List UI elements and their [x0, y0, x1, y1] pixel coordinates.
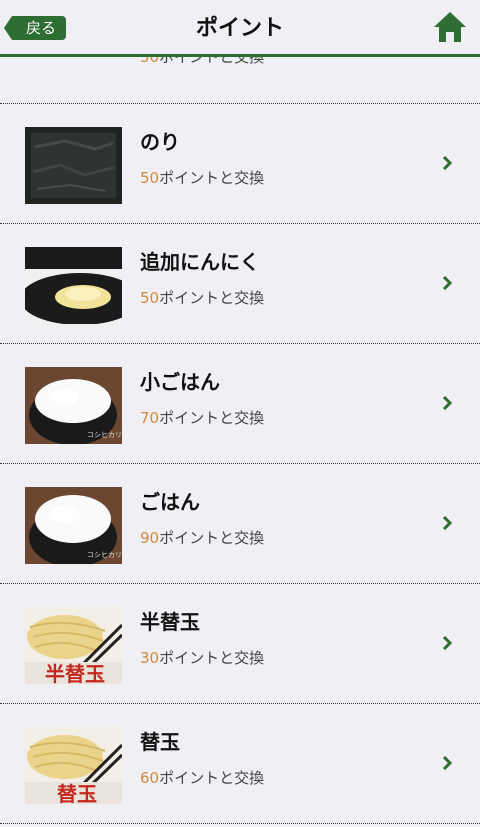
home-icon[interactable]	[432, 9, 468, 45]
thumb-caption: コシヒカリもちもち	[87, 551, 122, 559]
list-item-garlic[interactable]: 追加にんにく 50ポイントと交換	[0, 224, 480, 344]
nav-header: 戻る ポイント	[0, 0, 480, 57]
item-points: 50ポイントと交換	[140, 289, 265, 307]
item-thumbnail: 半替玉	[25, 607, 122, 684]
item-name: 半替玉	[140, 610, 200, 634]
item-points: 90ポイントと交換	[140, 529, 265, 547]
page-title: ポイント	[195, 16, 284, 41]
item-name: のり	[140, 130, 180, 154]
item-thumbnail	[25, 247, 122, 324]
item-points: 50ポイントと交換	[140, 169, 265, 187]
item-name: ごはん	[140, 490, 200, 514]
item-points: 30ポイントと交換	[140, 649, 265, 667]
item-thumbnail: コシヒカリもちもち	[25, 367, 122, 444]
list-item-kaedama[interactable]: 替玉 替玉 60ポイントと交換	[0, 704, 480, 824]
chevron-right-icon	[442, 156, 452, 170]
item-name: 替玉	[140, 730, 180, 754]
item-thumbnail: コシヒカリもちもち	[25, 487, 122, 564]
list-item-nori[interactable]: のり 50ポイントと交換	[0, 104, 480, 224]
list-item-small-rice[interactable]: コシヒカリもちもち 小ごはん 70ポイントと交換	[0, 344, 480, 464]
thumb-caption: コシヒカリもちもち	[87, 431, 122, 439]
item-points: 70ポイントと交換	[140, 409, 265, 427]
list-item-half-kaedama[interactable]: 半替玉 半替玉 30ポイントと交換	[0, 584, 480, 704]
chevron-right-icon	[442, 516, 452, 530]
chevron-right-icon	[442, 276, 452, 290]
item-name: 追加にんにく	[140, 250, 260, 274]
chevron-right-icon	[442, 636, 452, 650]
thumb-caption: 半替玉	[45, 662, 105, 684]
item-points: 60ポイントと交換	[140, 769, 265, 787]
list-item-rice[interactable]: コシヒカリもちもち ごはん 90ポイントと交換	[0, 464, 480, 584]
thumb-caption: 替玉	[57, 782, 97, 804]
item-thumbnail	[25, 127, 122, 204]
chevron-right-icon	[442, 756, 452, 770]
item-name: 小ごはん	[140, 370, 220, 394]
chevron-right-icon	[442, 396, 452, 410]
item-thumbnail: 替玉	[25, 727, 122, 804]
